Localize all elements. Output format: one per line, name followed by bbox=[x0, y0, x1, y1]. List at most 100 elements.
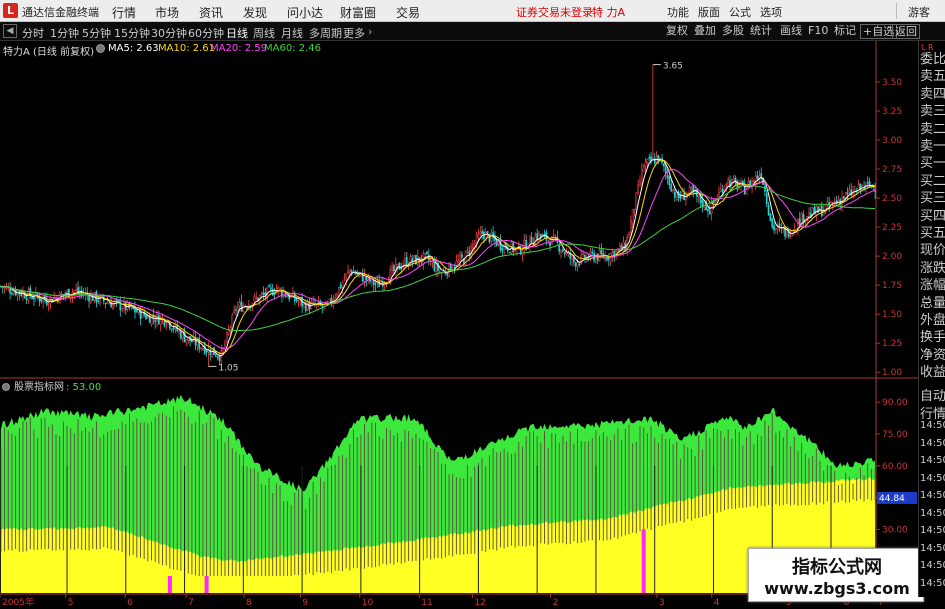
candle-body bbox=[607, 257, 610, 260]
period-weekly[interactable]: 周线 bbox=[253, 25, 275, 41]
candle-body bbox=[297, 301, 300, 303]
menu-jiaoyi[interactable]: 交易 bbox=[396, 4, 420, 21]
candle-body bbox=[771, 218, 774, 228]
candle-body bbox=[170, 328, 173, 331]
date-label: 11 bbox=[421, 598, 432, 608]
period-1min[interactable]: 1分钟 bbox=[50, 25, 79, 41]
menu-zixun[interactable]: 资讯 bbox=[199, 4, 223, 21]
price-pane[interactable]: 3.65 1.05 bbox=[0, 62, 876, 374]
period-60min[interactable]: 60分钟 bbox=[188, 25, 224, 41]
guest-button[interactable]: 游客 bbox=[908, 4, 930, 20]
stats-button[interactable]: 统计 bbox=[748, 24, 774, 39]
candle-body bbox=[202, 347, 204, 350]
period-monthly[interactable]: 月线 bbox=[281, 25, 303, 41]
menu-wenxiaoda[interactable]: 问小达 bbox=[287, 4, 323, 21]
settings-dot-icon[interactable] bbox=[96, 44, 105, 53]
candle-body bbox=[104, 302, 107, 305]
candle-body bbox=[75, 289, 78, 291]
login-status[interactable]: 证券交易未登录 bbox=[516, 4, 593, 20]
drawline-button[interactable]: 画线 bbox=[778, 24, 804, 39]
timeline-item: 14:50 bbox=[920, 437, 945, 449]
ma20-line bbox=[0, 168, 876, 350]
period-5min[interactable]: 5分钟 bbox=[82, 25, 111, 41]
date-label: 8 bbox=[246, 598, 252, 608]
candle-body bbox=[530, 237, 533, 244]
candle-body bbox=[549, 242, 551, 246]
candle-body bbox=[224, 343, 226, 347]
multistock-button[interactable]: 多股 bbox=[720, 24, 746, 39]
indicator-tick-label: 60.00 bbox=[882, 462, 908, 472]
candle-body bbox=[60, 293, 63, 295]
candle-body bbox=[843, 196, 845, 199]
candle-body bbox=[576, 262, 579, 267]
candle-body bbox=[611, 252, 614, 257]
candle-body bbox=[242, 305, 245, 312]
candle-body bbox=[782, 228, 785, 231]
period-30min[interactable]: 30分钟 bbox=[151, 25, 187, 41]
menu-shichang[interactable]: 市场 bbox=[155, 4, 179, 21]
return-button[interactable]: 返回 bbox=[892, 24, 920, 39]
candle-body bbox=[675, 192, 678, 200]
candle-body bbox=[773, 225, 775, 231]
menu-banmian[interactable]: 版面 bbox=[698, 4, 720, 20]
candle-body bbox=[200, 347, 202, 349]
menu-gongshi[interactable]: 公式 bbox=[729, 4, 751, 20]
app-title: 通达信金融终端 bbox=[22, 6, 99, 19]
candle-body bbox=[97, 299, 100, 302]
back-arrow-icon[interactable]: ◀ bbox=[3, 24, 17, 38]
overlay-button[interactable]: 叠加 bbox=[692, 24, 718, 39]
high-label: 3.65 bbox=[663, 62, 683, 72]
timeline-item: 14:50 bbox=[920, 525, 945, 536]
candle-body bbox=[106, 302, 109, 304]
candle-body bbox=[547, 240, 550, 242]
menu-xuanxiang[interactable]: 选项 bbox=[760, 4, 782, 20]
candle-body bbox=[536, 233, 539, 240]
indicator-pane[interactable] bbox=[0, 394, 876, 593]
candle-body bbox=[424, 252, 426, 255]
ma10-label: MA10: 2.61 bbox=[158, 43, 216, 54]
candle-body bbox=[866, 182, 869, 184]
panel-item: 外盘 bbox=[920, 313, 945, 328]
timeline-item: 14:50 bbox=[920, 542, 945, 554]
ma60-line bbox=[0, 184, 876, 332]
panel-item: 买一 bbox=[920, 156, 945, 172]
period-daily[interactable]: 日线 bbox=[226, 25, 248, 41]
candle-body bbox=[426, 251, 428, 254]
candle-body bbox=[756, 175, 759, 179]
candle-body bbox=[633, 208, 636, 212]
menu-faxian[interactable]: 发现 bbox=[243, 4, 267, 21]
menu-gongneng[interactable]: 功能 bbox=[667, 4, 689, 20]
candle-body bbox=[745, 188, 748, 195]
candle-body bbox=[769, 213, 772, 222]
panel-item: 卖一 bbox=[920, 139, 945, 154]
candle-body bbox=[235, 309, 237, 311]
candle-body bbox=[391, 266, 393, 271]
candle-body bbox=[639, 181, 641, 185]
candle-body bbox=[778, 223, 781, 227]
candle-body bbox=[764, 185, 766, 192]
candle-body bbox=[374, 283, 377, 285]
candle-body bbox=[121, 308, 123, 311]
chevron-right-icon[interactable]: › bbox=[368, 25, 372, 38]
f10-button[interactable]: F10 bbox=[806, 24, 830, 39]
timeline-item: 行情 bbox=[920, 406, 945, 422]
candle-body bbox=[477, 234, 480, 238]
watermark-url: www.zbgs3.com bbox=[764, 579, 910, 598]
indicator-settings-icon[interactable] bbox=[2, 383, 10, 391]
candle-body bbox=[765, 193, 768, 205]
period-multi[interactable]: 多周期 bbox=[309, 25, 342, 41]
candle-body bbox=[205, 351, 208, 353]
candle-body bbox=[481, 231, 483, 234]
menu-hangqing[interactable]: 行情 bbox=[112, 4, 136, 21]
candle-body bbox=[49, 296, 52, 304]
fuquan-button[interactable]: 复权 bbox=[664, 24, 690, 39]
period-more[interactable]: 更多 bbox=[343, 25, 365, 41]
candle-body bbox=[95, 291, 98, 303]
menu-caifuquan[interactable]: 财富圈 bbox=[340, 4, 376, 21]
period-fenshi[interactable]: 分时 bbox=[22, 25, 44, 41]
panel-item: 净资 bbox=[920, 347, 945, 363]
candle-body bbox=[543, 233, 546, 236]
period-15min[interactable]: 15分钟 bbox=[114, 25, 150, 41]
chart-area[interactable]: 3.65 1.05 1.00 1.25 1.50 1.75 2.00 2.25 2.50 2.7… bbox=[0, 41, 945, 609]
mark-button[interactable]: 标记 bbox=[832, 24, 858, 39]
